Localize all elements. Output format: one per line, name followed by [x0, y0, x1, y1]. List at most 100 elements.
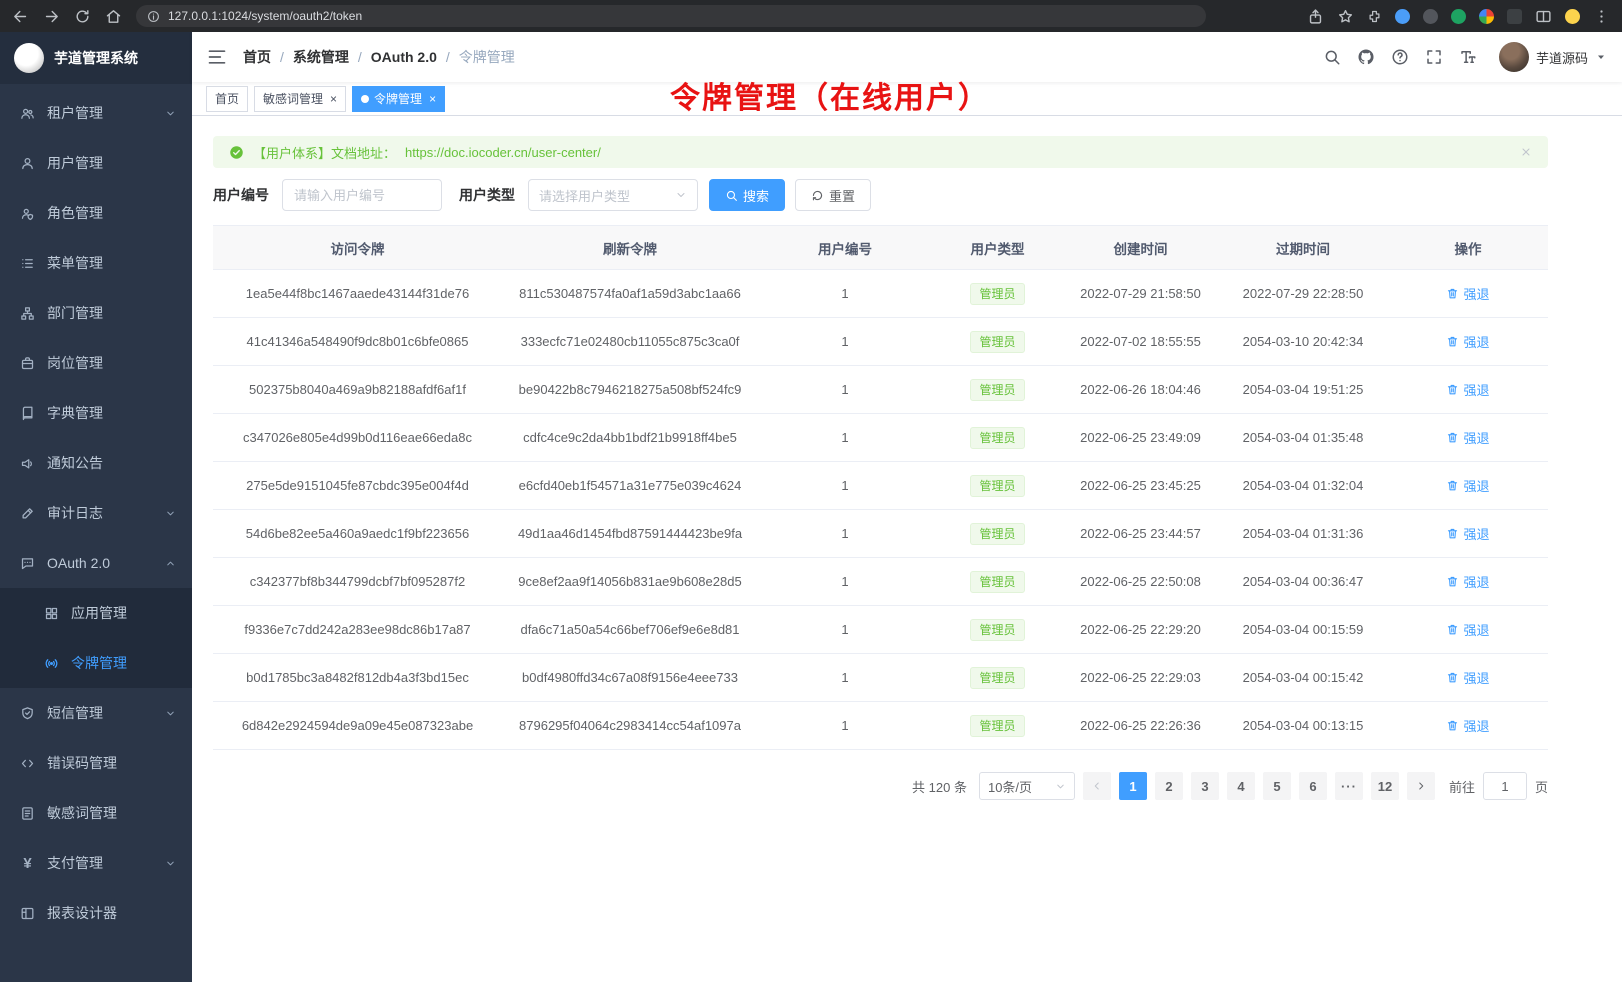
- user-type-select[interactable]: 请选择用户类型: [528, 179, 698, 211]
- sidebar-item-sms[interactable]: 短信管理: [0, 688, 192, 738]
- search-button[interactable]: 搜索: [709, 179, 785, 211]
- sidebar-item-label: 支付管理: [47, 853, 153, 873]
- goto-suffix: 页: [1535, 777, 1548, 796]
- sidebar-item-pay[interactable]: ¥支付管理: [0, 838, 192, 888]
- token-table: 访问令牌刷新令牌用户编号用户类型创建时间过期时间操作 1ea5e44f8bc14…: [213, 225, 1548, 750]
- forward-icon[interactable]: [43, 8, 60, 25]
- breadcrumb-item[interactable]: OAuth 2.0: [371, 49, 437, 65]
- user-type-cell: 管理员: [932, 318, 1063, 366]
- page-buttons: 123456···12: [1119, 772, 1399, 800]
- tab-close-icon[interactable]: ×: [330, 93, 337, 105]
- user-menu[interactable]: 芋道源码: [1499, 42, 1607, 72]
- dept-icon: [20, 306, 35, 321]
- alert-link[interactable]: https://doc.iocoder.cn/user-center/: [405, 145, 601, 160]
- extension-icon-dark[interactable]: [1423, 9, 1438, 24]
- fullscreen-icon[interactable]: [1425, 48, 1443, 66]
- hamburger-icon[interactable]: [207, 47, 227, 67]
- force-logout-button[interactable]: 强退: [1446, 284, 1489, 303]
- search-icon[interactable]: [1323, 48, 1341, 66]
- extension-icon-dark2[interactable]: [1507, 9, 1522, 24]
- page-button-2[interactable]: 2: [1155, 772, 1183, 800]
- sidebar-item-role[interactable]: 角色管理: [0, 188, 192, 238]
- more-pages-button[interactable]: ···: [1335, 772, 1363, 800]
- sidebar-item-sensitive-word[interactable]: 敏感词管理: [0, 788, 192, 838]
- extension-icon-green[interactable]: [1451, 9, 1466, 24]
- page-button-4[interactable]: 4: [1227, 772, 1255, 800]
- extension-icon-blue[interactable]: [1395, 9, 1410, 24]
- sidebar-item-menu[interactable]: 菜单管理: [0, 238, 192, 288]
- extension-icon-colorful[interactable]: [1479, 9, 1494, 24]
- action-cell: 强退: [1388, 366, 1548, 414]
- sidebar-item-label: 通知公告: [47, 453, 176, 473]
- tab-home[interactable]: 首页: [206, 86, 248, 112]
- breadcrumb-item[interactable]: 系统管理: [293, 47, 349, 67]
- created-time-cell: 2022-06-25 22:29:20: [1063, 606, 1218, 654]
- user-name: 芋道源码: [1536, 48, 1588, 67]
- page-size-select[interactable]: 10条/页: [979, 772, 1075, 800]
- next-page-button[interactable]: [1407, 772, 1435, 800]
- home-icon[interactable]: [105, 8, 122, 25]
- alert-close-icon[interactable]: [1520, 146, 1532, 158]
- tags-view: 首页敏感词管理×令牌管理×: [192, 82, 1622, 116]
- table-row: 54d6be82ee5a460a9aedc1f9bf22365649d1aa46…: [213, 510, 1548, 558]
- sidebar-item-audit-log[interactable]: 审计日志: [0, 488, 192, 538]
- sidebar-item-user[interactable]: 用户管理: [0, 138, 192, 188]
- force-logout-button[interactable]: 强退: [1446, 716, 1489, 735]
- bookmark-star-icon[interactable]: [1337, 8, 1354, 25]
- reset-button[interactable]: 重置: [795, 179, 871, 211]
- access-token-cell: b0d1785bc3a8482f812db4a3f3bd15ec: [213, 654, 502, 702]
- app-logo[interactable]: 芋道管理系统: [0, 32, 192, 84]
- page-button-3[interactable]: 3: [1191, 772, 1219, 800]
- split-view-icon[interactable]: [1535, 8, 1552, 25]
- tab-sensitive-word[interactable]: 敏感词管理×: [254, 86, 346, 112]
- sidebar-item-report-designer[interactable]: 报表设计器: [0, 888, 192, 938]
- tab-close-icon[interactable]: ×: [429, 93, 436, 105]
- prev-page-button[interactable]: [1083, 772, 1111, 800]
- force-logout-button[interactable]: 强退: [1446, 524, 1489, 543]
- sidebar-item-dept[interactable]: 部门管理: [0, 288, 192, 338]
- force-logout-button[interactable]: 强退: [1446, 428, 1489, 447]
- force-logout-button[interactable]: 强退: [1446, 572, 1489, 591]
- github-icon[interactable]: [1357, 48, 1375, 66]
- user-id-cell: 1: [758, 606, 932, 654]
- page-button-6[interactable]: 6: [1299, 772, 1327, 800]
- page-button-1[interactable]: 1: [1119, 772, 1147, 800]
- user-type-tag: 管理员: [970, 571, 1024, 593]
- sidebar-item-oauth2-app[interactable]: 应用管理: [0, 588, 192, 638]
- table-row: 6d842e2924594de9a09e45e087323abe8796295f…: [213, 702, 1548, 750]
- tab-token[interactable]: 令牌管理×: [352, 86, 445, 112]
- extensions-puzzle-icon[interactable]: [1367, 9, 1382, 24]
- back-icon[interactable]: [12, 8, 29, 25]
- font-size-icon[interactable]: [1459, 48, 1477, 66]
- breadcrumb-item[interactable]: 首页: [243, 47, 271, 67]
- site-info-icon[interactable]: [147, 10, 160, 23]
- goto-page-input[interactable]: [1483, 772, 1527, 800]
- force-logout-button[interactable]: 强退: [1446, 476, 1489, 495]
- sidebar-item-dict[interactable]: 字典管理: [0, 388, 192, 438]
- page-button-5[interactable]: 5: [1263, 772, 1291, 800]
- sidebar-item-oauth2[interactable]: OAuth 2.0: [0, 538, 192, 588]
- page-button-12[interactable]: 12: [1371, 772, 1399, 800]
- force-logout-button[interactable]: 强退: [1446, 380, 1489, 399]
- sidebar-item-oauth2-token[interactable]: 令牌管理: [0, 638, 192, 688]
- help-icon[interactable]: [1391, 48, 1409, 66]
- chevron-down-icon: [165, 708, 176, 719]
- expire-time-cell: 2054-03-04 01:32:04: [1218, 462, 1388, 510]
- force-logout-button[interactable]: 强退: [1446, 668, 1489, 687]
- sidebar-item-post[interactable]: 岗位管理: [0, 338, 192, 388]
- app-icon: [44, 606, 59, 621]
- sidebar-item-error-code[interactable]: 错误码管理: [0, 738, 192, 788]
- sidebar-item-notice[interactable]: 通知公告: [0, 438, 192, 488]
- force-logout-button[interactable]: 强退: [1446, 332, 1489, 351]
- profile-avatar[interactable]: [1565, 9, 1580, 24]
- sidebar-item-tenant[interactable]: 租户管理: [0, 88, 192, 138]
- user-id-input[interactable]: [282, 179, 442, 211]
- browser-menu-icon[interactable]: [1593, 8, 1610, 25]
- chevron-down-icon: [1055, 781, 1066, 792]
- active-tab-dot: [361, 95, 369, 103]
- share-icon[interactable]: [1307, 8, 1324, 25]
- force-logout-button[interactable]: 强退: [1446, 620, 1489, 639]
- address-bar[interactable]: 127.0.0.1:1024/system/oauth2/token: [136, 5, 1206, 27]
- reload-icon[interactable]: [74, 8, 91, 25]
- created-time-cell: 2022-06-25 22:26:36: [1063, 702, 1218, 750]
